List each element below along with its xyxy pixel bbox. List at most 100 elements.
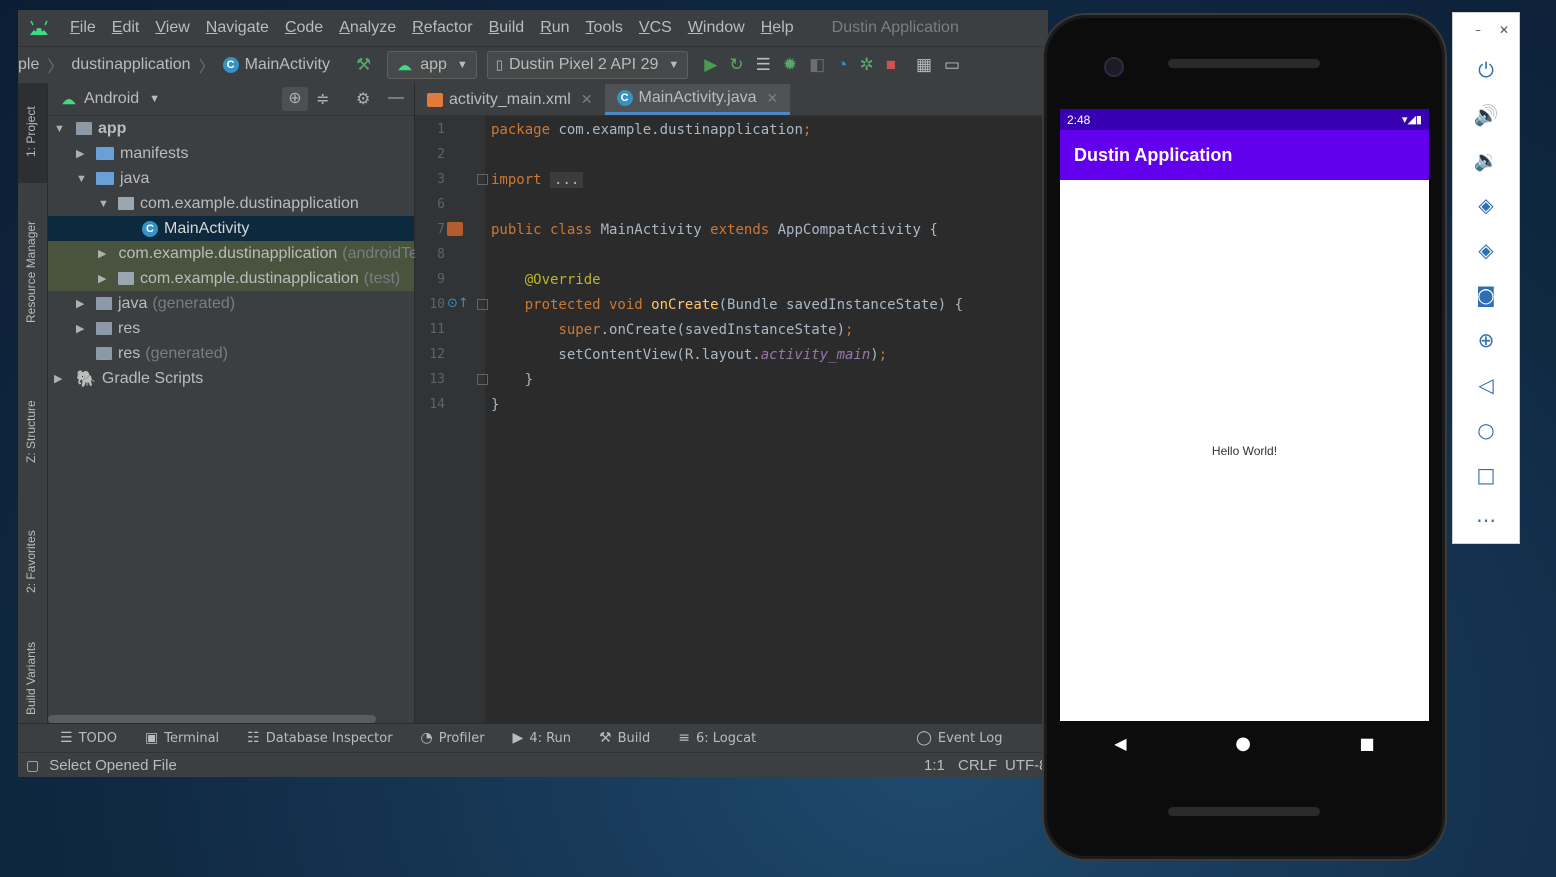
tab-mainactivity-java[interactable]: C MainActivity.java ✕ [604, 84, 791, 115]
project-view-select[interactable]: Android [84, 90, 139, 108]
tool-logcat[interactable]: ≡ 6: Logcat [678, 730, 756, 746]
tree-item-package-androidtest[interactable]: ▶ com.example.dustinapplication (androidTe… [48, 241, 436, 266]
rotate-right-icon[interactable]: ◈ [1453, 227, 1519, 272]
volume-up-icon[interactable]: 🔊 [1453, 92, 1519, 137]
menu-edit[interactable]: Edit [104, 19, 148, 37]
expanded-arrow-icon[interactable]: ▼ [76, 173, 90, 185]
tool-terminal[interactable]: ▣ Terminal [145, 730, 219, 746]
menu-file[interactable]: File [62, 19, 104, 37]
tree-item-res-generated[interactable]: res (generated) [48, 341, 414, 366]
attach-debugger-icon[interactable]: ✲ [859, 55, 873, 75]
tree-item-package-main[interactable]: ▼ com.example.dustinapplication [48, 191, 414, 216]
settings-gear-icon[interactable]: ⚙ [356, 89, 370, 109]
tool-build[interactable]: ⚒ Build [599, 730, 650, 746]
tree-item-app[interactable]: ▼ app [48, 116, 414, 141]
tree-item-gradle-scripts[interactable]: ▶ 🐘 Gradle Scripts [48, 366, 414, 391]
collapsed-arrow-icon[interactable]: ▶ [76, 147, 90, 160]
horizontal-scrollbar[interactable] [48, 715, 376, 723]
fold-toggle-icon[interactable] [477, 174, 488, 185]
project-structure-icon[interactable]: ▦ [916, 55, 932, 75]
device-select[interactable]: ▯ Dustin Pixel 2 API 29 ▼ [486, 51, 689, 79]
emulator-screen[interactable]: 2:48 ▾◢▮ Dustin Application Hello World! [1060, 109, 1429, 721]
menu-navigate[interactable]: Navigate [198, 19, 277, 37]
debug-bug-icon[interactable]: ✹ [783, 55, 797, 75]
tool-profiler[interactable]: ◔ Profiler [421, 730, 485, 746]
dropdown-arrow-icon[interactable]: ▼ [149, 93, 160, 105]
collapsed-arrow-icon[interactable]: ▶ [98, 247, 106, 260]
home-icon[interactable]: ○ [1453, 407, 1519, 452]
tool-database-inspector[interactable]: ☷ Database Inspector [247, 730, 392, 746]
tree-item-java-generated[interactable]: ▶ java (generated) [48, 291, 414, 316]
expanded-arrow-icon[interactable]: ▼ [54, 123, 68, 135]
zoom-icon[interactable]: ⊕ [1453, 317, 1519, 362]
menu-build[interactable]: Build [481, 19, 533, 37]
profile-icon[interactable]: ◔ [837, 55, 847, 75]
menu-help[interactable]: Help [753, 19, 802, 37]
menu-run[interactable]: Run [532, 19, 577, 37]
apply-code-changes-icon[interactable]: ☰ [756, 55, 771, 75]
menu-vcs[interactable]: VCS [631, 19, 680, 37]
tool-event-log[interactable]: ◯ Event Log [916, 730, 1002, 746]
power-icon[interactable]: ⏻ [1453, 47, 1519, 92]
layout-toggle-icon[interactable]: ▢ [26, 757, 39, 774]
tool-tab-favorites[interactable]: 2: Favorites [18, 503, 47, 603]
tool-tab-resource-manager[interactable]: Resource Manager [18, 203, 47, 343]
apply-changes-icon[interactable]: ↻ [729, 55, 743, 75]
expanded-arrow-icon[interactable]: ▼ [98, 198, 112, 210]
tree-item-res[interactable]: ▶ res [48, 316, 414, 341]
make-project-hammer-icon[interactable]: ⚒ [356, 55, 371, 75]
collapse-all-icon[interactable]: ≑ [316, 89, 329, 109]
close-tab-icon[interactable]: ✕ [581, 91, 593, 108]
line-separator[interactable]: CRLF [958, 757, 997, 774]
fold-toggle-icon[interactable] [477, 299, 488, 310]
more-icon[interactable]: ⋯ [1453, 497, 1519, 542]
tree-item-java[interactable]: ▼ java [48, 166, 414, 191]
layout-xml-icon [427, 92, 443, 107]
menu-window[interactable]: Window [680, 19, 753, 37]
override-method-icon[interactable]: ⊙↑ [447, 296, 469, 311]
hide-panel-icon[interactable]: — [388, 89, 404, 107]
tree-item-mainactivity[interactable]: C MainActivity [48, 216, 414, 241]
overview-icon[interactable]: ■ [1360, 734, 1375, 753]
locate-crosshair-icon[interactable]: ⊕ [282, 87, 308, 111]
tree-item-package-test[interactable]: ▶ com.example.dustinapplication (test) [48, 266, 414, 291]
folder-icon [96, 172, 114, 185]
menu-refactor[interactable]: Refactor [404, 19, 480, 37]
overview-icon[interactable]: □ [1453, 452, 1519, 497]
avd-manager-icon[interactable]: ▭ [944, 55, 960, 75]
fold-toggle-icon[interactable] [477, 374, 488, 385]
volume-down-icon[interactable]: 🔉 [1453, 137, 1519, 182]
minimize-icon[interactable]: – [1475, 23, 1481, 37]
home-icon[interactable]: ● [1235, 733, 1251, 754]
collapsed-arrow-icon[interactable]: ▶ [54, 372, 68, 385]
menu-analyze[interactable]: Analyze [331, 19, 404, 37]
camera-icon[interactable]: ◙ [1453, 272, 1519, 317]
tool-todo[interactable]: ☰ TODO [60, 730, 117, 746]
breadcrumb-project[interactable]: ple [18, 56, 39, 74]
menu-tools[interactable]: Tools [578, 19, 631, 37]
coverage-icon[interactable]: ◧ [809, 55, 825, 75]
tool-tab-build-variants[interactable]: Build Variants [18, 623, 47, 723]
cursor-position[interactable]: 1:1 [924, 757, 945, 774]
menu-code[interactable]: Code [277, 19, 331, 37]
run-play-icon[interactable]: ▶ [704, 55, 717, 75]
tool-tab-structure[interactable]: Z: Structure [18, 373, 47, 473]
stop-icon[interactable]: ■ [886, 55, 896, 75]
menu-view[interactable]: View [147, 19, 197, 37]
back-icon[interactable]: ◀ [1114, 734, 1126, 753]
breadcrumb-package[interactable]: dustinapplication [71, 56, 190, 74]
breadcrumb-class[interactable]: C MainActivity [222, 56, 330, 74]
collapsed-arrow-icon[interactable]: ▶ [76, 297, 90, 310]
run-config-select[interactable]: app ▼ [387, 51, 477, 79]
close-icon[interactable]: ✕ [1499, 23, 1509, 37]
tab-activity-main-xml[interactable]: activity_main.xml ✕ [415, 84, 605, 115]
layout-file-link-icon[interactable] [447, 222, 463, 236]
collapsed-arrow-icon[interactable]: ▶ [76, 322, 90, 335]
back-icon[interactable]: ◁ [1453, 362, 1519, 407]
close-tab-icon[interactable]: ✕ [767, 90, 779, 107]
tool-tab-project[interactable]: 1: Project [18, 83, 47, 183]
rotate-left-icon[interactable]: ◈ [1453, 182, 1519, 227]
tool-run[interactable]: ▶ 4: Run [513, 730, 572, 746]
tree-item-manifests[interactable]: ▶ manifests [48, 141, 414, 166]
collapsed-arrow-icon[interactable]: ▶ [98, 272, 112, 285]
